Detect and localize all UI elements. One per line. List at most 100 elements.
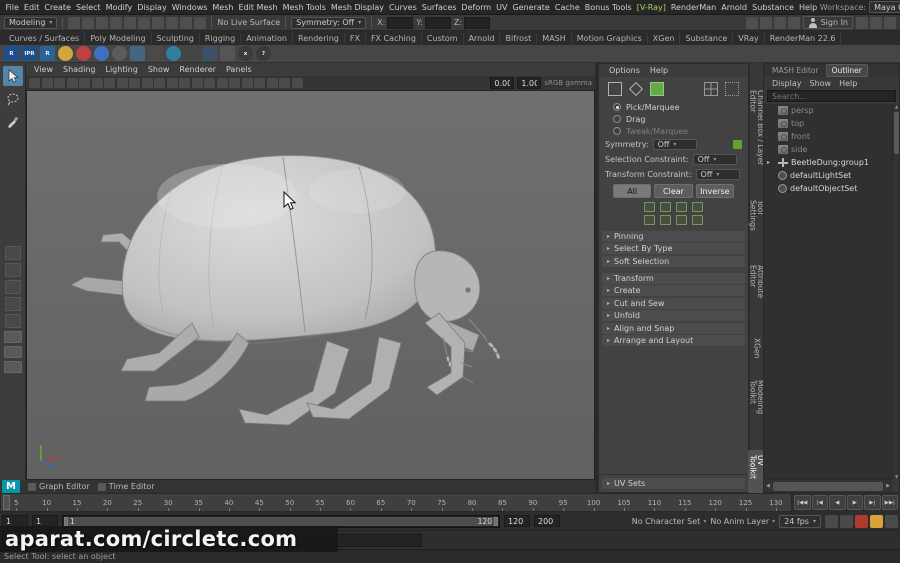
uv-section-header[interactable]: Select By Type (602, 243, 745, 254)
shelf-tab[interactable]: Curves / Surfaces (4, 32, 86, 44)
timeline-tick[interactable]: 50 (275, 494, 305, 511)
menu-item[interactable]: Mesh Display (328, 3, 386, 12)
maya-logo[interactable]: M (2, 480, 20, 493)
menu-item[interactable]: Windows (169, 3, 210, 12)
snap-grid-icon[interactable] (138, 16, 151, 29)
playback-option-icon[interactable] (825, 514, 838, 528)
axis-input[interactable] (424, 16, 451, 29)
axis-input[interactable] (464, 16, 491, 29)
gamma-field[interactable] (517, 77, 542, 89)
shelf-tab[interactable]: RenderMan 22.6 (765, 32, 842, 44)
character-set-selector[interactable]: No Character Set (632, 517, 707, 526)
playback-button[interactable]: ◀ (829, 495, 846, 510)
render-settings-icon[interactable] (773, 16, 786, 29)
save-scene-icon[interactable] (96, 16, 109, 29)
sphere-yellow-icon[interactable] (58, 46, 73, 61)
isolate-select-icon[interactable] (291, 78, 303, 88)
shelf-tab[interactable]: Custom (422, 32, 464, 44)
timeline-tick[interactable]: 40 (214, 494, 244, 511)
uv-section-header[interactable]: Unfold (602, 310, 745, 321)
bookmark-icon[interactable] (66, 78, 78, 88)
redo-icon[interactable] (124, 16, 137, 29)
outliner-vertical-scrollbar[interactable] (892, 104, 900, 479)
menu-item[interactable]: Select (73, 3, 103, 12)
uv-cube-icon[interactable] (650, 82, 664, 96)
editor-tab[interactable]: Graph Editor (24, 482, 94, 491)
uv-section-header[interactable]: Pinning (602, 230, 745, 242)
four-pane-layout-icon[interactable] (3, 361, 22, 373)
multisample-icon[interactable] (279, 78, 290, 88)
symmetry-dropdown[interactable]: Off (652, 139, 697, 150)
menu-item[interactable]: Cache (552, 3, 582, 12)
timeline-tick[interactable]: 20 (92, 494, 122, 511)
shelf-tab[interactable]: XGen (648, 32, 681, 44)
shelf-tab[interactable]: MASH (537, 32, 572, 44)
timeline-tick[interactable]: 105 (609, 494, 639, 511)
uv-menu-item[interactable]: Help (645, 66, 673, 75)
menu-item[interactable]: Modify (103, 3, 135, 12)
lock-camera-icon[interactable] (41, 78, 53, 88)
help-round-icon[interactable]: ? (256, 46, 271, 61)
playback-button[interactable]: ▶| (864, 495, 881, 510)
safe-title-icon[interactable] (179, 78, 190, 88)
range-handle-right[interactable] (494, 516, 498, 526)
timeline-tick[interactable]: 70 (396, 494, 426, 511)
scrollbar-thumb[interactable] (772, 481, 884, 491)
timeline-tick[interactable]: 125 (730, 494, 760, 511)
anim-layer-selector[interactable]: No Anim Layer (710, 517, 775, 526)
paint-select-tool-button[interactable] (3, 112, 23, 132)
shelf-tab[interactable]: Rendering (293, 32, 345, 44)
uv-select-button[interactable]: Inverse (695, 184, 734, 198)
hotbox-icon[interactable] (884, 16, 896, 29)
uv-mode-option[interactable]: Drag (599, 113, 748, 125)
outliner-item[interactable]: ▸top (764, 117, 892, 130)
uv-section-header[interactable]: Soft Selection (602, 255, 745, 267)
shadows-icon[interactable] (241, 78, 253, 88)
2d-pan-zoom-icon[interactable] (91, 78, 103, 88)
make-live-icon[interactable] (194, 16, 207, 29)
playback-button[interactable]: |◀◀ (794, 495, 811, 510)
timeline-tick[interactable]: 30 (153, 494, 183, 511)
timeline-tick[interactable]: 110 (639, 494, 669, 511)
four-pane-layout-icon[interactable] (870, 16, 882, 29)
uv-section-header[interactable]: Align and Snap (602, 322, 745, 334)
renderman-ipr-icon[interactable]: IPR (22, 46, 37, 61)
timeline-tick[interactable]: 115 (670, 494, 700, 511)
uv-transfer-icon[interactable] (676, 214, 687, 225)
no-live-surface-label[interactable]: No Live Surface (217, 18, 280, 27)
snap-point-icon[interactable] (166, 16, 179, 29)
uv-transfer-icon[interactable] (644, 201, 655, 212)
shelf-tab[interactable]: VRay (733, 32, 765, 44)
uv-lattice-icon[interactable] (628, 81, 644, 97)
menu-item[interactable]: Deform (459, 3, 494, 12)
motion-blur-icon[interactable] (266, 78, 278, 88)
uv-mode-option[interactable]: Pick/Marquee (599, 101, 748, 113)
shelf-tab[interactable]: Rigging (200, 32, 242, 44)
shelf-tab[interactable]: Substance (680, 32, 734, 44)
timeline-tick[interactable]: 35 (183, 494, 213, 511)
sign-in-button[interactable]: Sign In (802, 16, 853, 29)
shelf-tab[interactable]: Motion Graphics (572, 32, 648, 44)
sidebar-tab[interactable]: XGen (752, 333, 761, 363)
globe-icon[interactable] (166, 46, 181, 61)
undo-icon[interactable] (110, 16, 123, 29)
menu-item[interactable]: Generate (510, 3, 552, 12)
time-slider[interactable]: 5 10 15 20 25 30 35 40 45 50 55 60 65 70 75 80 85 90 95 100… (0, 493, 792, 512)
select-tool-button[interactable] (2, 66, 23, 86)
uv-checker-icon[interactable] (725, 82, 739, 96)
resolution-gate-icon[interactable] (129, 78, 140, 88)
display-layer-icon[interactable] (787, 16, 800, 29)
menu-item[interactable]: Create (42, 3, 74, 12)
animation-preferences-icon[interactable] (870, 514, 883, 528)
use-all-lights-icon[interactable] (229, 78, 240, 88)
shelf-tab[interactable]: Poly Modeling (85, 32, 152, 44)
uv-section-header[interactable]: Create (602, 285, 745, 296)
node-network-icon[interactable] (130, 46, 145, 61)
outliner-item[interactable]: ▸persp (764, 104, 892, 117)
animation-end-field[interactable] (534, 515, 560, 527)
expand-caret-icon[interactable]: ▸ (767, 159, 775, 166)
timeline-tick[interactable]: 60 (335, 494, 365, 511)
playback-button[interactable]: |◀ (811, 495, 828, 510)
menu-item[interactable]: Help (796, 3, 819, 12)
shelf-tab[interactable]: Bifrost (500, 32, 538, 44)
